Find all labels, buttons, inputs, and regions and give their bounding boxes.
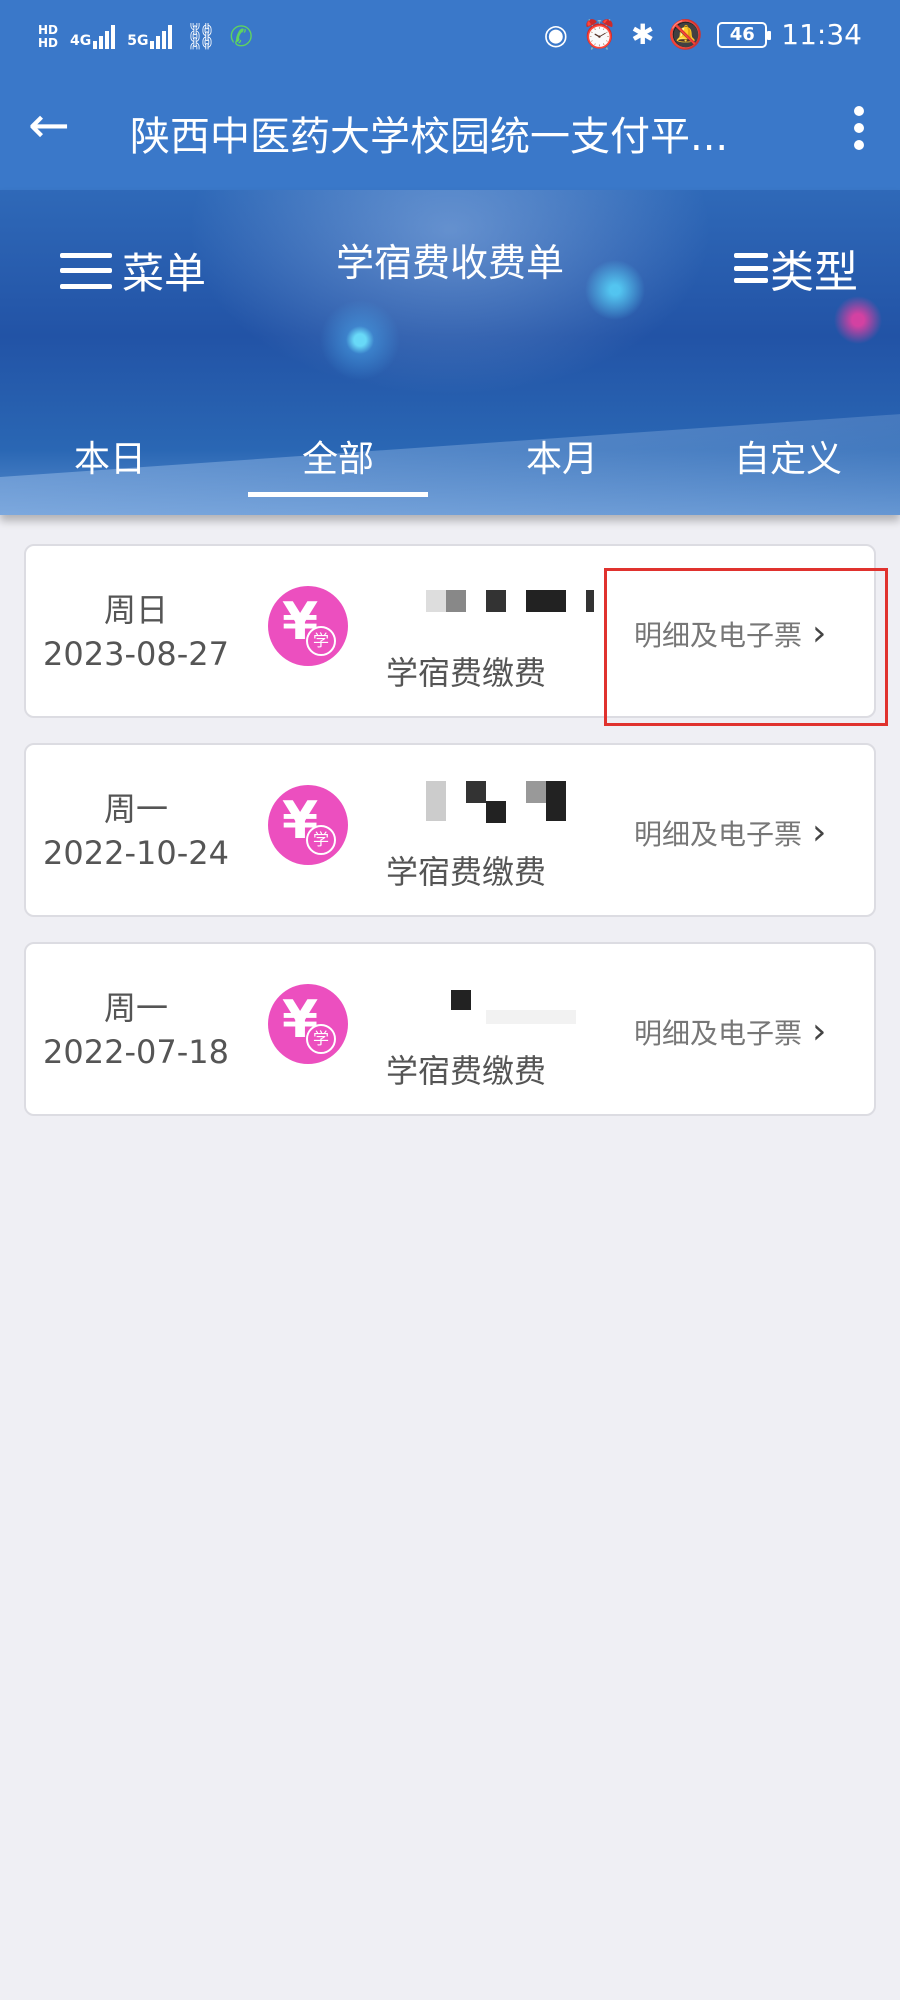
signal-bars-icon bbox=[93, 24, 116, 49]
back-arrow-icon[interactable]: ← bbox=[28, 100, 78, 152]
record-date: 周一 2022-07-18 bbox=[26, 986, 246, 1074]
type-filter-button[interactable]: 类型 bbox=[734, 236, 858, 300]
tuition-fee-icon: ¥ 学 bbox=[268, 586, 348, 666]
header-banner: 菜单 学宿费收费单 类型 本日 全部 本月 自定义 bbox=[0, 190, 900, 515]
fee-name: 学宿费缴费 bbox=[386, 853, 547, 891]
more-options-icon[interactable] bbox=[844, 98, 874, 158]
record-date-value: 2022-07-18 bbox=[43, 1033, 229, 1071]
hd-indicator: HD HD bbox=[38, 22, 59, 50]
mute-bell-icon: 🔕 bbox=[668, 18, 704, 51]
alarm-icon: ⏰ bbox=[582, 18, 617, 51]
phone-icon: ✆ bbox=[229, 20, 253, 53]
study-badge: 学 bbox=[306, 626, 336, 656]
payment-record[interactable]: 周一 2022-07-18 ¥ 学 学宿费缴费 明细及电子票 › bbox=[24, 942, 876, 1116]
study-badge: 学 bbox=[306, 825, 336, 855]
signal-bars-icon bbox=[150, 24, 173, 49]
redacted-amount bbox=[401, 990, 581, 1024]
record-weekday: 周一 bbox=[103, 790, 168, 828]
chevron-right-icon: › bbox=[812, 1011, 827, 1052]
payment-record[interactable]: 周一 2022-10-24 ¥ 学 学宿费缴费 明细及电子票 › bbox=[24, 743, 876, 917]
tab-month[interactable]: 本月 bbox=[472, 430, 652, 482]
top-bar: HD HD 4G 5G ⛓ ✆ ◉ ⏰ ✱ 🔕 46 11:34 ← 陕西中医药… bbox=[0, 0, 900, 190]
eye-icon: ◉ bbox=[543, 18, 569, 51]
bluetooth-icon: ✱ bbox=[630, 18, 655, 51]
hd-label-2: HD bbox=[38, 35, 59, 50]
fee-name: 学宿费缴费 bbox=[386, 1052, 547, 1090]
record-weekday: 周一 bbox=[103, 989, 168, 1027]
fee-name: 学宿费缴费 bbox=[386, 654, 547, 692]
chevron-right-icon: › bbox=[812, 812, 827, 853]
status-bar: HD HD 4G 5G ⛓ ✆ ◉ ⏰ ✱ 🔕 46 11:34 bbox=[0, 0, 900, 84]
signal-5g: 5G bbox=[127, 24, 173, 49]
net-label-5g: 5G bbox=[127, 32, 149, 49]
net-label-4g: 4G bbox=[70, 32, 92, 49]
record-date: 周一 2022-10-24 bbox=[26, 787, 246, 875]
app-bar: ← 陕西中医药大学校园统一支付平... bbox=[0, 84, 900, 190]
record-date-value: 2023-08-27 bbox=[43, 635, 229, 673]
redacted-amount bbox=[401, 590, 594, 612]
type-label: 类型 bbox=[770, 247, 858, 298]
link-icon: ⛓ bbox=[184, 21, 218, 52]
highlight-box bbox=[604, 568, 888, 726]
record-date-value: 2022-10-24 bbox=[43, 834, 229, 872]
redacted-amount bbox=[401, 781, 581, 823]
tab-today[interactable]: 本日 bbox=[20, 430, 200, 482]
battery-icon: 46 bbox=[717, 21, 772, 48]
tab-custom[interactable]: 自定义 bbox=[698, 430, 878, 482]
study-badge: 学 bbox=[306, 1024, 336, 1054]
status-right: ◉ ⏰ ✱ 🔕 46 11:34 bbox=[544, 18, 862, 51]
hd-label-1: HD bbox=[38, 22, 59, 37]
tab-all[interactable]: 全部 bbox=[248, 430, 428, 497]
clock: 11:34 bbox=[781, 18, 862, 51]
signal-4g: 4G bbox=[70, 24, 116, 49]
status-left: HD HD 4G 5G ⛓ ✆ bbox=[38, 20, 253, 53]
app-title: 陕西中医药大学校园统一支付平... bbox=[130, 114, 729, 160]
detail-invoice-link[interactable]: 明细及电子票 › bbox=[634, 813, 826, 853]
list-icon bbox=[734, 253, 768, 283]
detail-invoice-link[interactable]: 明细及电子票 › bbox=[634, 1012, 826, 1052]
detail-label: 明细及电子票 bbox=[634, 818, 803, 851]
record-date: 周日 2023-08-27 bbox=[26, 588, 246, 676]
tuition-fee-icon: ¥ 学 bbox=[268, 984, 348, 1064]
period-tabs: 本日 全部 本月 自定义 bbox=[0, 430, 900, 500]
detail-label: 明细及电子票 bbox=[634, 1017, 803, 1050]
tuition-fee-icon: ¥ 学 bbox=[268, 785, 348, 865]
record-weekday: 周日 bbox=[103, 591, 168, 629]
